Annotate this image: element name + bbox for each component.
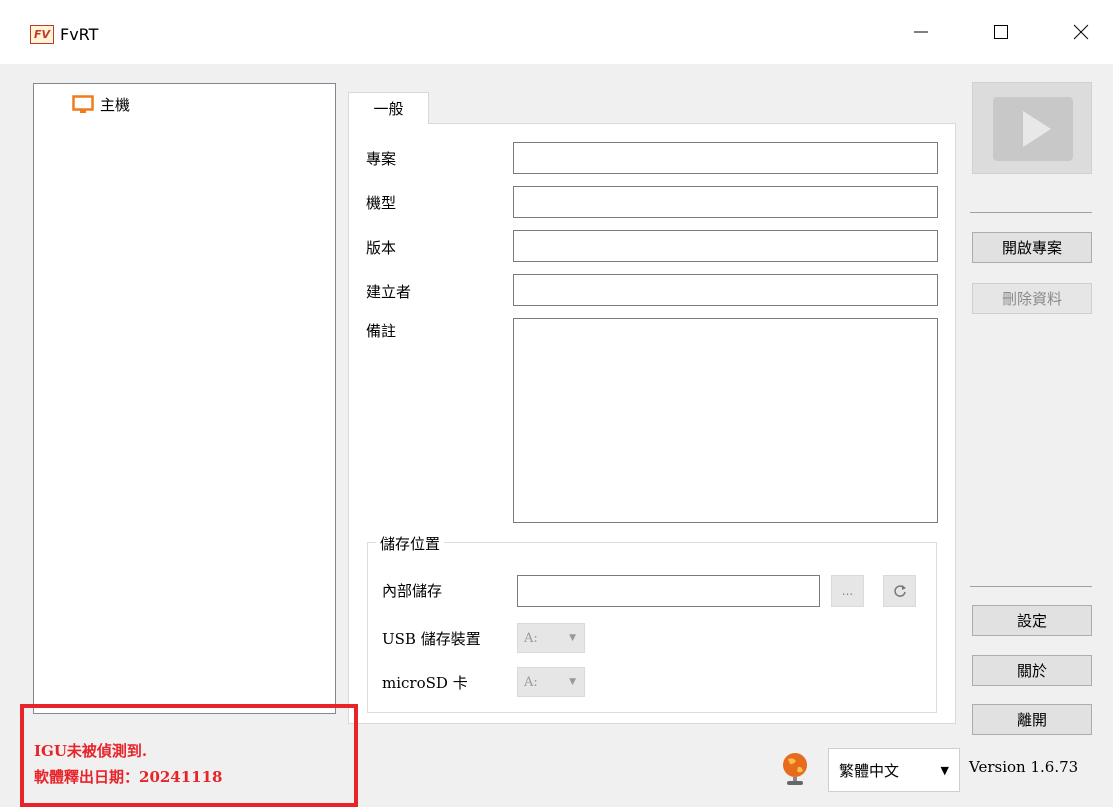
version-label: Version 1.6.73 [969,758,1079,776]
chevron-down-icon: ▼ [569,633,576,643]
usb-storage-select[interactable]: A: ▼ [517,623,585,653]
tree-item-label: 主機 [100,96,131,114]
close-icon [1073,24,1088,40]
creator-field[interactable] [513,274,938,306]
model-field[interactable] [513,186,938,218]
settings-button[interactable]: 設定 [972,605,1092,636]
exit-button[interactable]: 離開 [972,704,1092,735]
microsd-value: A: [524,674,538,690]
play-icon [993,97,1073,161]
chevron-down-icon: ▼ [940,763,949,777]
divider [970,586,1092,587]
app-logo-icon: FV [30,25,54,44]
about-button[interactable]: 關於 [972,655,1092,686]
refresh-button[interactable] [883,575,916,607]
usb-storage-label: USB 儲存裝置 [382,630,481,648]
divider [970,212,1092,213]
run-button[interactable] [972,82,1092,174]
version-label: 版本 [366,239,397,257]
internal-storage-field[interactable] [517,575,820,607]
minimize-button[interactable] [888,0,953,64]
device-tree[interactable]: 主機 [33,83,336,714]
storage-group-title: 儲存位置 [376,533,445,554]
maximize-icon [993,25,1008,39]
monitor-icon [72,94,94,113]
microsd-select[interactable]: A: ▼ [517,667,585,697]
version-field[interactable] [513,230,938,262]
status-release-date: 軟體釋出日期：20241118 [34,768,223,786]
project-field[interactable] [513,142,938,174]
maximize-button[interactable] [968,0,1033,64]
delete-data-button[interactable]: 刪除資料 [972,283,1092,314]
browse-button[interactable]: ... [831,575,864,607]
status-igu-message: IGU未被偵測到. [34,742,148,760]
refresh-icon [893,585,906,597]
tab-general[interactable]: 一般 [348,92,429,124]
open-project-button[interactable]: 開啟專案 [972,232,1092,263]
microsd-label: microSD 卡 [382,674,468,692]
project-label: 專案 [366,150,397,168]
close-button[interactable] [1048,0,1113,64]
creator-label: 建立者 [366,283,412,301]
notes-field[interactable] [513,318,938,523]
chevron-down-icon: ▼ [569,677,576,687]
internal-storage-label: 內部儲存 [382,582,443,600]
usb-storage-value: A: [524,630,538,646]
model-label: 機型 [366,194,397,212]
language-select[interactable]: 繁體中文 ▼ [828,748,960,792]
window-title: FvRT [60,25,99,44]
language-value: 繁體中文 [839,761,900,780]
minimize-icon [913,31,928,33]
globe-icon [778,749,812,793]
notes-label: 備註 [366,322,397,340]
tree-item-host[interactable]: 主機 [72,94,130,115]
